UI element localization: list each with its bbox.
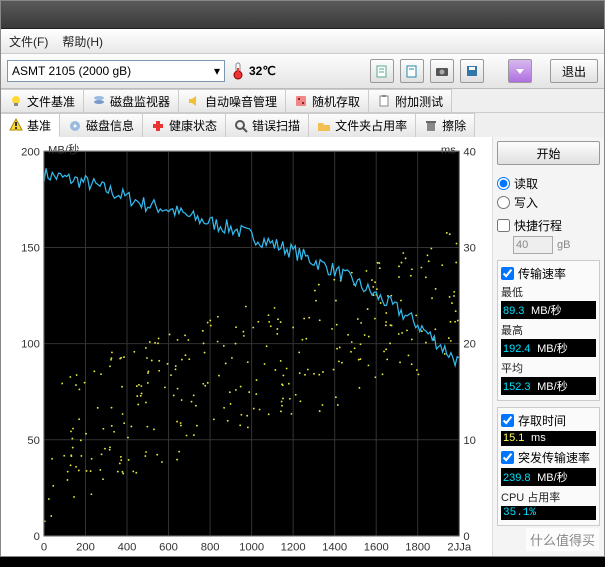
main-content: 0501001502000102030400200400600800100012…: [1, 137, 604, 556]
svg-text:50: 50: [27, 435, 40, 447]
svg-text:0: 0: [41, 541, 47, 553]
temperature-display: 32℃: [231, 62, 276, 80]
copy-info-button[interactable]: [400, 59, 424, 83]
svg-text:2JJa: 2JJa: [447, 541, 472, 553]
tab-disk-monitor[interactable]: 磁盘监视器: [84, 89, 179, 112]
main-toolbar: ASMT 2105 (2000 gB) ▾ 32℃ 退出: [1, 53, 604, 89]
write-radio[interactable]: [497, 196, 510, 209]
speaker-icon: [187, 94, 201, 108]
short-stroke-checkbox[interactable]: [497, 219, 510, 232]
burst-rate-checkbox[interactable]: [501, 451, 514, 464]
svg-text:ms: ms: [441, 144, 456, 156]
temperature-value: 32℃: [249, 64, 276, 78]
copy-text-button[interactable]: [370, 59, 394, 83]
avg-value: 152.3 MB/秒: [501, 377, 596, 395]
short-stroke-value: [513, 236, 553, 254]
watermark: 什么值得买: [526, 528, 599, 551]
tab-benchmark[interactable]: 基准: [1, 113, 60, 137]
chevron-down-icon: ▾: [214, 64, 220, 78]
svg-text:600: 600: [159, 541, 178, 553]
save-button[interactable]: [460, 59, 484, 83]
benchmark-chart: 0501001502000102030400200400600800100012…: [1, 137, 492, 556]
tab-disk-info[interactable]: 磁盘信息: [60, 113, 143, 137]
exit-button[interactable]: 退出: [550, 59, 598, 83]
svg-text:800: 800: [201, 541, 220, 553]
svg-text:1000: 1000: [239, 541, 264, 553]
magnifier-icon: [234, 119, 248, 133]
menu-help[interactable]: 帮助(H): [62, 33, 103, 50]
start-button[interactable]: 开始: [497, 141, 600, 165]
dice-icon: [294, 94, 308, 108]
menubar: 文件(F) 帮助(H): [1, 29, 604, 53]
device-dropdown[interactable]: ASMT 2105 (2000 gB) ▾: [7, 60, 225, 82]
tab-file-benchmark[interactable]: 文件基准: [1, 89, 84, 112]
max-value: 192.4 MB/秒: [501, 339, 596, 357]
svg-text:0: 0: [34, 531, 40, 543]
application-window: 文件(F) 帮助(H) ASMT 2105 (2000 gB) ▾ 32℃ 退出…: [0, 0, 605, 557]
thermometer-icon: [231, 62, 245, 80]
clipboard-icon: [377, 94, 391, 108]
access-burst-panel: 存取时间 15.1 ms 突发传输速率 239.8 MB/秒 CPU 占用率 3…: [497, 407, 600, 526]
svg-text:1200: 1200: [281, 541, 306, 553]
device-dropdown-value: ASMT 2105 (2000 gB): [12, 64, 131, 78]
folder-icon: [317, 119, 331, 133]
cpu-value: 35.1%: [501, 506, 596, 520]
disk-stack-icon: [92, 94, 106, 108]
tab-error-scan[interactable]: 错误扫描: [226, 113, 309, 137]
transfer-rate-panel: 传输速率 最低 89.3 MB/秒 最高 192.4 MB/秒 平均 152.3…: [497, 260, 600, 401]
screenshot-button[interactable]: [430, 59, 454, 83]
tab-health[interactable]: 健康状态: [143, 113, 226, 137]
svg-text:150: 150: [21, 243, 40, 255]
transfer-rate-checkbox[interactable]: [501, 267, 514, 280]
svg-text:1600: 1600: [364, 541, 389, 553]
svg-text:1800: 1800: [405, 541, 430, 553]
disk-icon: [68, 119, 82, 133]
svg-text:30: 30: [463, 243, 476, 255]
tab-aam[interactable]: 自动噪音管理: [179, 89, 286, 112]
access-time-checkbox[interactable]: [501, 414, 514, 427]
menu-file[interactable]: 文件(F): [9, 33, 48, 50]
tab-row-upper: 文件基准 磁盘监视器 自动噪音管理 随机存取 附加测试: [1, 89, 604, 113]
options-button[interactable]: [508, 59, 532, 83]
access-time-value: 15.1 ms: [501, 431, 596, 446]
tab-folder-usage[interactable]: 文件夹占用率: [309, 113, 416, 137]
burst-value: 239.8 MB/秒: [501, 468, 596, 486]
svg-text:200: 200: [76, 541, 95, 553]
right-panel: 开始 读取 写入 快捷行程 gB 传输速率 最低 89.3 MB/秒 最高 19…: [492, 137, 604, 556]
svg-text:200: 200: [21, 146, 40, 158]
read-radio[interactable]: [497, 177, 510, 190]
plus-icon: [151, 119, 165, 133]
min-value: 89.3 MB/秒: [501, 301, 596, 319]
svg-text:MB/秒: MB/秒: [48, 142, 79, 156]
warning-icon: [9, 118, 23, 132]
svg-text:10: 10: [463, 435, 476, 447]
tab-random-access[interactable]: 随机存取: [286, 89, 369, 112]
svg-text:40: 40: [463, 146, 476, 158]
tab-extra-tests[interactable]: 附加测试: [369, 89, 452, 112]
trash-icon: [424, 119, 438, 133]
svg-text:1400: 1400: [322, 541, 347, 553]
bulb-icon: [9, 94, 23, 108]
tab-row-lower: 基准 磁盘信息 健康状态 错误扫描 文件夹占用率 擦除: [1, 113, 604, 137]
svg-text:100: 100: [21, 339, 40, 351]
svg-text:400: 400: [118, 541, 137, 553]
titlebar: [1, 1, 604, 29]
svg-text:20: 20: [463, 339, 476, 351]
tab-erase[interactable]: 擦除: [416, 113, 475, 137]
